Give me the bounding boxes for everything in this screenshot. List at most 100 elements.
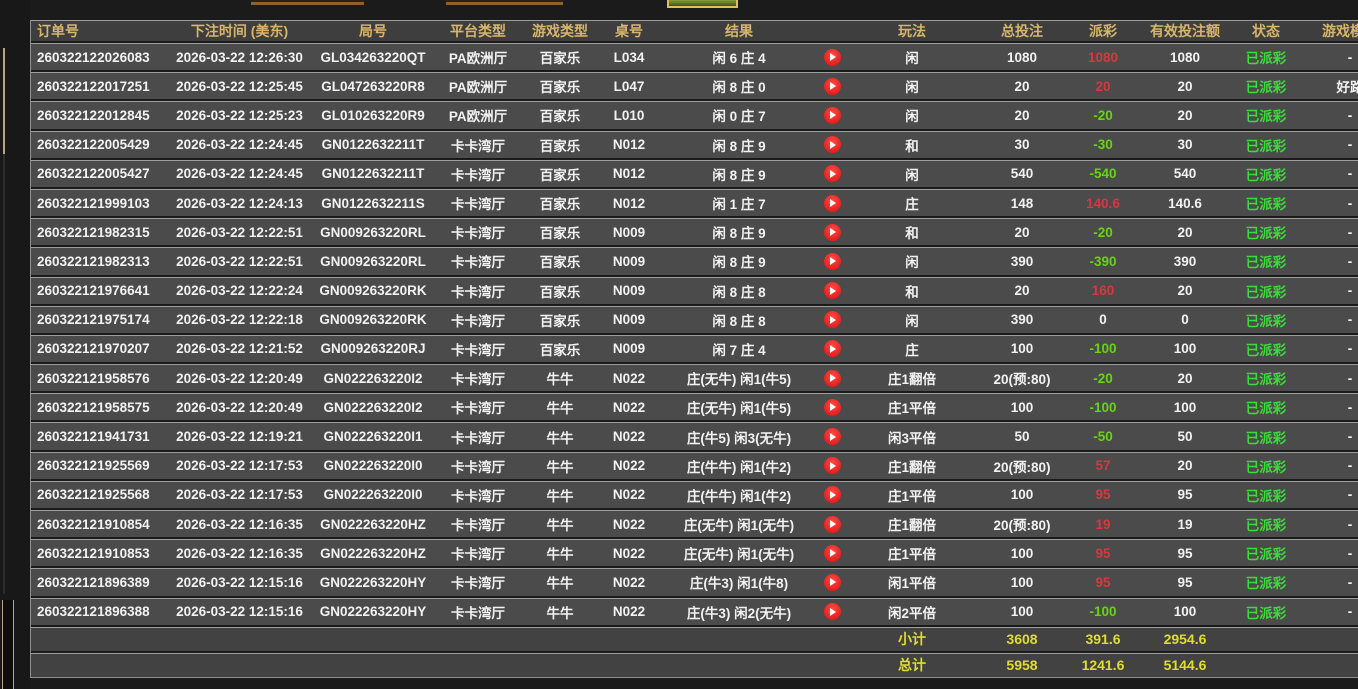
cell-platform: 卡卡湾厅 [433,427,523,447]
cell-status: 已派彩 [1231,572,1301,592]
table-row: 2603221219991032026-03-22 12:24:13GN0122… [31,189,1358,216]
top-partial-button-selected[interactable] [667,0,738,8]
cell-gametype: 百家乐 [523,222,597,242]
cell-order: 260322121982313 [31,254,166,269]
cell-tableno: N022 [597,429,661,444]
replay-button[interactable] [824,253,841,270]
cell-gametype: 百家乐 [523,76,597,96]
cell-result: 庄(无牛) 闲1(牛5) [661,397,817,417]
cell-totalbet: 100 [977,400,1067,415]
replay-button[interactable] [824,165,841,182]
cell-gametype: 牛牛 [523,514,597,534]
replay-cell [817,78,847,95]
replay-button[interactable] [824,224,841,241]
left-scrollbar-track[interactable] [3,154,5,594]
cell-gametype: 牛牛 [523,368,597,388]
cell-time: 2026-03-22 12:20:49 [166,400,313,415]
cell-totalbet: 1080 [977,50,1067,65]
cell-payout: 160 [1067,283,1139,298]
cell-tableno: N022 [597,575,661,590]
cell-tableno: N022 [597,517,661,532]
replay-cell [817,457,847,474]
cell-result: 闲 8 庄 0 [661,76,817,96]
cell-time: 2026-03-22 12:24:13 [166,196,313,211]
cell-tableno: N022 [597,487,661,502]
left-scrollbar-thumb[interactable] [3,48,5,154]
cell-totalbet: 20 [977,79,1067,94]
replay-button[interactable] [824,370,841,387]
table-row: 2603221219585762026-03-22 12:20:49GN0222… [31,364,1358,391]
cell-round: GN022263220HY [313,575,433,590]
replay-button[interactable] [824,136,841,153]
bet-records-table: 订单号下注时间 (美东)局号平台类型游戏类型桌号结果玩法总投注派彩有效投注额状态… [30,20,1358,678]
cell-result: 庄(牛5) 闲3(无牛) [661,427,817,447]
cell-totalbet: 390 [977,254,1067,269]
cell-time: 2026-03-22 12:15:16 [166,575,313,590]
replay-button[interactable] [824,311,841,328]
cell-order: 260322121925569 [31,458,166,473]
replay-button[interactable] [824,282,841,299]
cell-play: 闲 [847,47,977,67]
cell-result: 庄(无牛) 闲1(无牛) [661,543,817,563]
replay-button[interactable] [824,428,841,445]
table-row: 2603221219702072026-03-22 12:21:52GN0092… [31,335,1358,362]
cell-payout: -20 [1067,108,1139,123]
cell-gamemode: - [1301,108,1358,123]
replay-button[interactable] [824,486,841,503]
cell-tableno: N009 [597,225,661,240]
column-header-payout: 派彩 [1067,21,1139,41]
replay-button[interactable] [824,516,841,533]
top-partial-button-1[interactable] [251,0,364,5]
play-icon [830,520,836,528]
total-totalbet: 5958 [977,657,1067,673]
cell-validbet: 19 [1139,517,1231,532]
replay-button[interactable] [824,107,841,124]
cell-validbet: 540 [1139,166,1231,181]
cell-validbet: 0 [1139,312,1231,327]
cell-totalbet: 20(预:80) [977,456,1067,476]
cell-status: 已派彩 [1231,310,1301,330]
cell-result: 庄(无牛) 闲1(牛5) [661,368,817,388]
play-icon [830,170,836,178]
replay-button[interactable] [824,49,841,66]
column-header-tableno: 桌号 [597,21,661,41]
replay-button[interactable] [824,603,841,620]
replay-button[interactable] [824,78,841,95]
cell-totalbet: 148 [977,196,1067,211]
cell-gametype: 牛牛 [523,485,597,505]
replay-button[interactable] [824,574,841,591]
replay-button[interactable] [824,399,841,416]
cell-status: 已派彩 [1231,602,1301,622]
play-icon [830,433,836,441]
cell-payout: 95 [1067,487,1139,502]
cell-gamemode: - [1301,487,1358,502]
replay-button[interactable] [824,340,841,357]
cell-platform: 卡卡湾厅 [433,281,523,301]
cell-validbet: 140.6 [1139,196,1231,211]
cell-platform: PA欧洲厅 [433,76,523,96]
cell-result: 庄(牛牛) 闲1(牛2) [661,485,817,505]
cell-payout: -50 [1067,429,1139,444]
cell-time: 2026-03-22 12:22:51 [166,254,313,269]
cell-status: 已派彩 [1231,368,1301,388]
replay-button[interactable] [824,195,841,212]
cell-gamemode: - [1301,400,1358,415]
cell-order: 260322121896388 [31,604,166,619]
cell-tableno: N022 [597,458,661,473]
cell-order: 260322122012845 [31,108,166,123]
total-row: 总计59581241.65144.6 [31,653,1358,677]
cell-order: 260322121970207 [31,341,166,356]
cell-tableno: N012 [597,196,661,211]
cell-platform: 卡卡湾厅 [433,193,523,213]
cell-play: 闲1平倍 [847,572,977,592]
table-row: 2603221219823132026-03-22 12:22:51GN0092… [31,247,1358,274]
top-partial-button-2[interactable] [446,0,563,5]
replay-button[interactable] [824,545,841,562]
replay-button[interactable] [824,457,841,474]
cell-totalbet: 50 [977,429,1067,444]
cell-play: 闲 [847,105,977,125]
total-label: 总计 [847,655,977,675]
cell-order: 260322121982315 [31,225,166,240]
cell-status: 已派彩 [1231,164,1301,184]
cell-tableno: L034 [597,50,661,65]
